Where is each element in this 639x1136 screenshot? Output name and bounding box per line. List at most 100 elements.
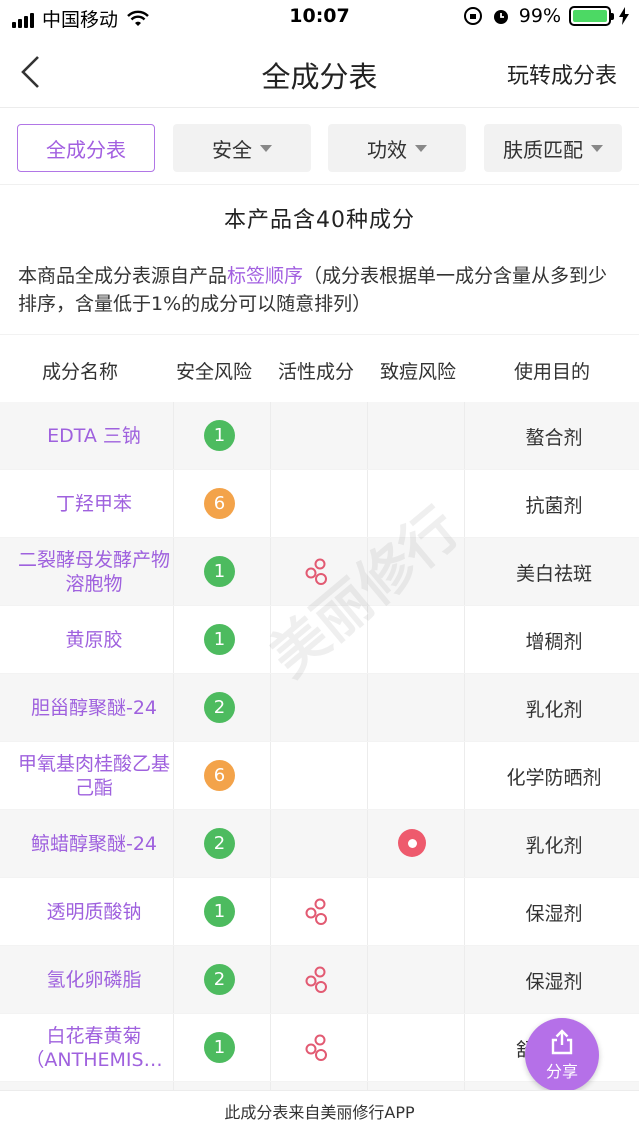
ingredient-name-text: 鲸蜡醇聚醚-24 — [30, 833, 158, 855]
safety-risk-badge: 6 — [204, 760, 235, 791]
table-header: 成分名称 安全风险 活性成分 致痘风险 使用目的 — [0, 334, 639, 402]
ingredient-name[interactable]: 丁羟甲苯 — [12, 470, 176, 538]
charging-icon — [619, 7, 629, 25]
table-row[interactable]: 鲸蜡醇聚醚-24 2 乳化剂 — [0, 810, 639, 878]
ingredient-name[interactable]: 紫松果菊 — [12, 1082, 176, 1090]
column-divider — [464, 742, 465, 809]
filter-bar: 全成分表 安全 功效 肤质匹配 — [0, 109, 639, 185]
ingredient-name-text: 丁羟甲苯 — [55, 493, 132, 515]
usage-purpose: 增稠剂 — [525, 630, 583, 653]
ingredient-name[interactable]: 鲸蜡醇聚醚-24 — [12, 810, 176, 878]
column-divider — [270, 402, 271, 469]
safety-risk-badge: 1 — [204, 556, 235, 587]
ingredient-name-text: 透明质酸钠 — [46, 901, 142, 923]
ingredient-name[interactable]: 甲氧基肉桂酸乙基己酯 — [12, 742, 176, 810]
active-ingredient-icon — [305, 966, 327, 993]
guide-link[interactable]: 玩转成分表 — [507, 58, 617, 90]
column-divider — [270, 946, 271, 1013]
ingredient-name[interactable]: 胆甾醇聚醚-24 — [12, 674, 176, 742]
column-divider — [270, 742, 271, 809]
column-divider — [270, 606, 271, 673]
column-divider — [464, 878, 465, 945]
active-ingredient-icon — [305, 558, 327, 585]
ingredient-table: EDTA 三钠 1 螯合剂 丁羟甲苯 6 抗菌剂 二裂酵母发酵产物溶胞物 1 美白祛斑 黄原胶 1 增… — [0, 402, 639, 1090]
usage-purpose: 化学防晒剂 — [506, 766, 602, 789]
column-divider — [270, 1082, 271, 1090]
ingredient-name-text: 甲氧基肉桂酸乙基己酯 — [17, 753, 170, 799]
active-ingredient-icon — [305, 1034, 327, 1061]
column-divider — [367, 538, 368, 605]
active-ingredient-icon — [305, 898, 327, 925]
table-row[interactable]: 丁羟甲苯 6 抗菌剂 — [0, 470, 639, 538]
column-divider — [270, 470, 271, 537]
filter-all-ingredients[interactable]: 全成分表 — [17, 124, 155, 172]
safety-risk-badge: 1 — [204, 420, 235, 451]
ingredient-name-text: 胆甾醇聚醚-24 — [30, 697, 158, 719]
table-row[interactable]: EDTA 三钠 1 螯合剂 — [0, 402, 639, 470]
filter-label: 全成分表 — [46, 137, 126, 162]
caret-down-icon — [591, 144, 603, 152]
safety-risk-badge: 1 — [204, 896, 235, 927]
safety-risk-badge: 6 — [204, 488, 235, 519]
caret-down-icon — [415, 144, 427, 152]
filter-efficacy[interactable]: 功效 — [328, 124, 466, 172]
header-acne: 致痘风险 — [380, 361, 457, 383]
usage-purpose: 乳化剂 — [525, 834, 583, 857]
ingredient-name-text: 白花春黄菊（ANTHEMIS… — [25, 1025, 163, 1071]
safety-risk-badge: 2 — [204, 692, 235, 723]
status-bar: 中国移动 10:07 99% — [0, 0, 639, 36]
filter-label: 功效 — [367, 137, 407, 162]
ingredient-name[interactable]: 二裂酵母发酵产物溶胞物 — [12, 538, 176, 606]
table-row[interactable]: 透明质酸钠 1 保湿剂 — [0, 878, 639, 946]
ingredient-name[interactable]: 透明质酸钠 — [12, 878, 176, 946]
usage-purpose: 保湿剂 — [525, 902, 583, 925]
column-divider — [464, 674, 465, 741]
column-divider — [464, 470, 465, 537]
filter-skin-match[interactable]: 肤质匹配 — [484, 124, 622, 172]
column-divider — [270, 674, 271, 741]
share-button[interactable]: 分享 — [525, 1018, 599, 1092]
safety-risk-badge: 1 — [204, 1032, 235, 1063]
table-row[interactable]: 氢化卵磷脂 2 保湿剂 — [0, 946, 639, 1014]
ingredient-name-text: 氢化卵磷脂 — [46, 969, 142, 991]
column-divider — [367, 878, 368, 945]
column-divider — [367, 402, 368, 469]
ingredient-name[interactable]: EDTA 三钠 — [12, 402, 176, 470]
safety-risk-badge: 2 — [204, 828, 235, 859]
caret-down-icon — [260, 144, 272, 152]
ingredient-name-text: 黄原胶 — [65, 629, 123, 651]
column-divider — [367, 946, 368, 1013]
column-divider — [464, 1014, 465, 1081]
column-divider — [464, 606, 465, 673]
note-prefix: 本商品全成分表源自产品 — [18, 265, 228, 287]
column-divider — [464, 402, 465, 469]
header-purpose: 使用目的 — [514, 361, 591, 383]
column-divider — [464, 810, 465, 877]
battery-percent: 99% — [518, 5, 561, 27]
ingredient-count: 本产品含40种成分 — [224, 208, 415, 233]
safety-risk-badge: 2 — [204, 964, 235, 995]
filter-safety[interactable]: 安全 — [173, 124, 311, 172]
column-divider — [464, 538, 465, 605]
battery-icon — [569, 6, 614, 26]
ingredient-name[interactable]: 氢化卵磷脂 — [12, 946, 176, 1014]
filter-label: 安全 — [212, 137, 252, 162]
column-divider — [270, 538, 271, 605]
share-icon — [551, 1029, 573, 1055]
acne-dot — [407, 838, 417, 848]
safety-risk-badge: 1 — [204, 624, 235, 655]
nav-bar: 全成分表 玩转成分表 — [0, 36, 639, 108]
ingredient-name[interactable]: 白花春黄菊（ANTHEMIS… — [12, 1014, 176, 1082]
table-row[interactable]: 黄原胶 1 增稠剂 — [0, 606, 639, 674]
source-footer: 此成分表来自美丽修行APP — [0, 1090, 639, 1136]
ingredient-name[interactable]: 黄原胶 — [12, 606, 176, 674]
table-row[interactable]: 二裂酵母发酵产物溶胞物 1 美白祛斑 — [0, 538, 639, 606]
usage-purpose: 乳化剂 — [525, 698, 583, 721]
table-row[interactable]: 甲氧基肉桂酸乙基己酯 6 化学防晒剂 — [0, 742, 639, 810]
label-order-link[interactable]: 标签顺序 — [227, 265, 303, 287]
column-divider — [367, 674, 368, 741]
table-row[interactable]: 胆甾醇聚醚-24 2 乳化剂 — [0, 674, 639, 742]
column-divider — [367, 1082, 368, 1090]
column-divider — [367, 470, 368, 537]
ingredient-name-text: EDTA 三钠 — [47, 425, 141, 447]
